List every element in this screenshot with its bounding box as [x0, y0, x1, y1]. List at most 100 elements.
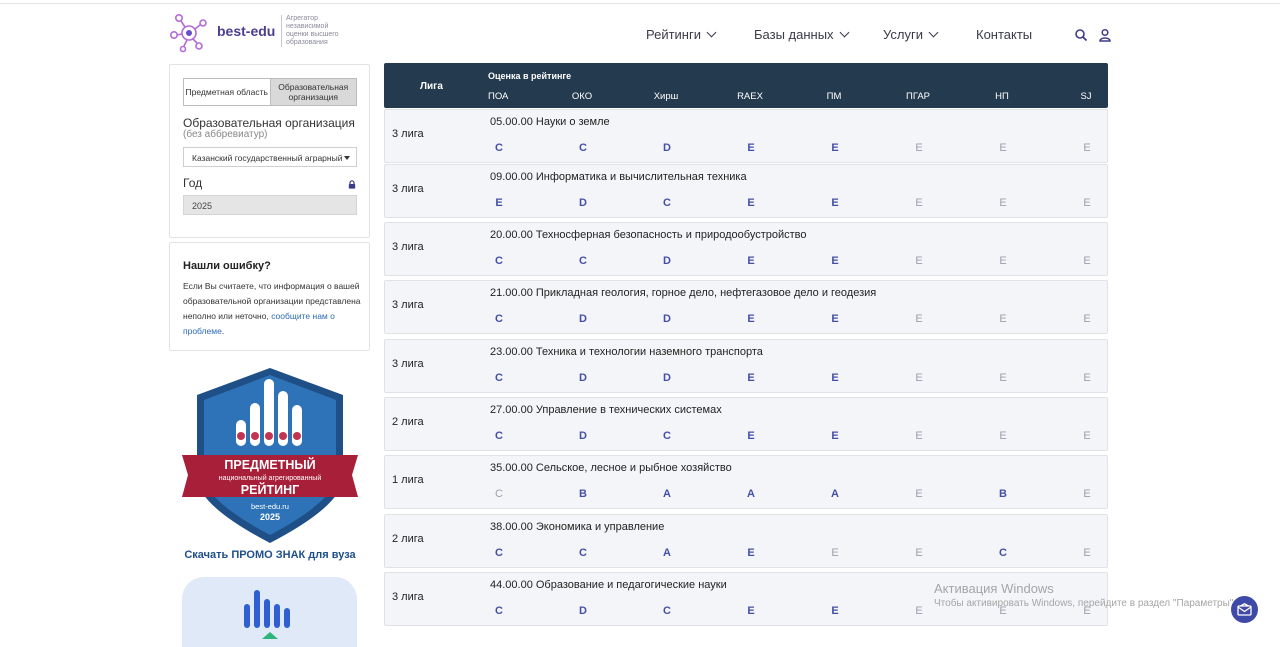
header-col: ПМ: [826, 91, 842, 102]
grade-cell: E: [915, 313, 923, 325]
year-value: 2025: [192, 201, 213, 211]
grade-cell: C: [495, 142, 503, 154]
chevron-down-icon: [839, 27, 850, 38]
grade-cell: B: [579, 488, 587, 500]
lock-icon: [348, 180, 356, 189]
header-score: Оценка в рейтинге: [488, 71, 572, 81]
grade-cell: C: [495, 430, 503, 442]
row-league: 2 лига: [392, 416, 424, 428]
grade-cell: C: [495, 255, 503, 267]
logo[interactable]: best-edu Агрегатор независимой оценки вы…: [169, 11, 349, 53]
nav-ratings[interactable]: Рейтинги: [646, 27, 717, 42]
table-row[interactable]: 3 лига 23.00.00 Техника и технологии назе…: [384, 339, 1108, 393]
download-promo-link[interactable]: Скачать ПРОМО ЗНАК для вуза: [182, 549, 358, 561]
windows-activation-title: Активация Windows: [934, 581, 1054, 596]
grade-cell: C: [999, 547, 1007, 559]
row-league: 1 лига: [392, 474, 424, 486]
row-league: 3 лига: [392, 128, 424, 140]
row-subject-title: 23.00.00 Техника и технологии наземного …: [490, 346, 763, 358]
table-row[interactable]: 1 лига 35.00.00 Сельское, лесное и рыбное…: [384, 455, 1108, 509]
table-row[interactable]: 3 лига 09.00.00 Информатика и вычислитель…: [384, 164, 1108, 218]
row-subject-title: 21.00.00 Прикладная геология, горное дел…: [490, 287, 877, 299]
grade-cell: E: [999, 197, 1007, 209]
grade-cell: D: [579, 313, 587, 325]
grade-cell: E: [831, 197, 839, 209]
grade-cell: E: [915, 547, 923, 559]
grade-cell: E: [915, 197, 923, 209]
table-row[interactable]: 2 лига 38.00.00 Экономика и управление C C A…: [384, 514, 1108, 568]
grade-cell: C: [579, 547, 587, 559]
grade-cell: E: [999, 372, 1007, 384]
grade-cell: E: [747, 142, 755, 154]
grade-cell: E: [831, 142, 839, 154]
grade-cell: D: [579, 605, 587, 617]
top-border: [0, 0, 1280, 4]
grade-cell: C: [579, 255, 587, 267]
table-row[interactable]: 3 лига 21.00.00 Прикладная геология, горн…: [384, 280, 1108, 334]
nav-services[interactable]: Услуги: [883, 27, 939, 42]
badge-line3: РЕЙТИНГ: [241, 482, 299, 497]
grade-cell: E: [999, 430, 1007, 442]
badge-year: 2025: [260, 512, 280, 522]
table-row[interactable]: 2 лига 27.00.00 Управление в технических …: [384, 397, 1108, 451]
header-col: ПГАР: [905, 91, 930, 102]
table-row[interactable]: 3 лига 20.00.00 Техносферная безопасность…: [384, 222, 1108, 276]
row-league: 3 лига: [392, 358, 424, 370]
grade-cell: E: [999, 255, 1007, 267]
grade-cell: C: [663, 430, 671, 442]
grade-cell: E: [915, 605, 923, 617]
error-title: Нашли ошибку?: [183, 260, 271, 272]
nav-services-label: Услуги: [883, 27, 923, 42]
filter-panel: Предметная область Образовательная орган…: [169, 64, 370, 238]
grade-cell: E: [1083, 547, 1091, 559]
error-text: Если Вы считаете, что информация о вашей…: [183, 279, 361, 339]
org-select[interactable]: Казанский государственный аграрный: [183, 147, 357, 167]
grade-cell: D: [579, 372, 587, 384]
row-league: 3 лига: [392, 591, 424, 603]
grade-cell: E: [747, 547, 755, 559]
rating-badge-image: ПРЕДМЕТНЫЙ национальный агрегированный Р…: [182, 368, 358, 543]
grade-cell: E: [831, 547, 839, 559]
grade-cell: C: [663, 197, 671, 209]
header-col: SJ: [1080, 91, 1092, 102]
row-league: 2 лига: [392, 533, 424, 545]
grade-cell: C: [495, 313, 503, 325]
grade-cell: C: [495, 372, 503, 384]
search-icon[interactable]: [1074, 28, 1088, 42]
badge-site: best-edu.ru: [251, 502, 289, 511]
grade-cell: E: [831, 372, 839, 384]
grade-cell: A: [663, 547, 671, 559]
row-subject-title: 05.00.00 Науки о земле: [490, 116, 610, 128]
grade-cell: E: [747, 255, 755, 267]
org-sublabel: (без аббревиатур): [183, 129, 268, 140]
nav-databases[interactable]: Базы данных: [754, 27, 850, 42]
row-subject-title: 35.00.00 Сельское, лесное и рыбное хозяй…: [490, 462, 732, 474]
grade-cell: E: [831, 605, 839, 617]
error-text-end: .: [221, 326, 225, 336]
tab-subject-area[interactable]: Предметная область: [184, 79, 270, 105]
row-subject-title: 27.00.00 Управление в технических систем…: [490, 404, 722, 416]
table-row[interactable]: 3 лига 05.00.00 Науки о земле C C D E E E E E: [384, 109, 1108, 163]
grade-cell: E: [831, 430, 839, 442]
grade-cell: A: [831, 488, 839, 500]
grade-cell: E: [1083, 488, 1091, 500]
grade-cell: E: [747, 605, 755, 617]
logo-wordmark: best-edu: [217, 23, 276, 39]
user-icon[interactable]: [1098, 28, 1112, 42]
grade-cell: C: [579, 142, 587, 154]
row-league: 3 лига: [392, 241, 424, 253]
grade-cell: E: [831, 255, 839, 267]
chat-button[interactable]: [1231, 596, 1258, 623]
grade-cell: E: [831, 313, 839, 325]
header-league: Лига: [420, 81, 443, 92]
grade-cell: E: [1083, 430, 1091, 442]
tab-organization[interactable]: Образовательная организация: [269, 79, 356, 105]
mode-switch: Предметная область Образовательная орган…: [183, 78, 357, 106]
nav-contacts[interactable]: Контакты: [976, 27, 1032, 42]
envelope-icon: [1237, 603, 1252, 616]
grade-cell: C: [495, 547, 503, 559]
grade-cell: E: [1083, 197, 1091, 209]
caret-down-icon: [344, 156, 350, 160]
logo-tagline: Агрегатор независимой оценки высшего обр…: [286, 15, 339, 46]
grade-cell: C: [495, 488, 503, 500]
